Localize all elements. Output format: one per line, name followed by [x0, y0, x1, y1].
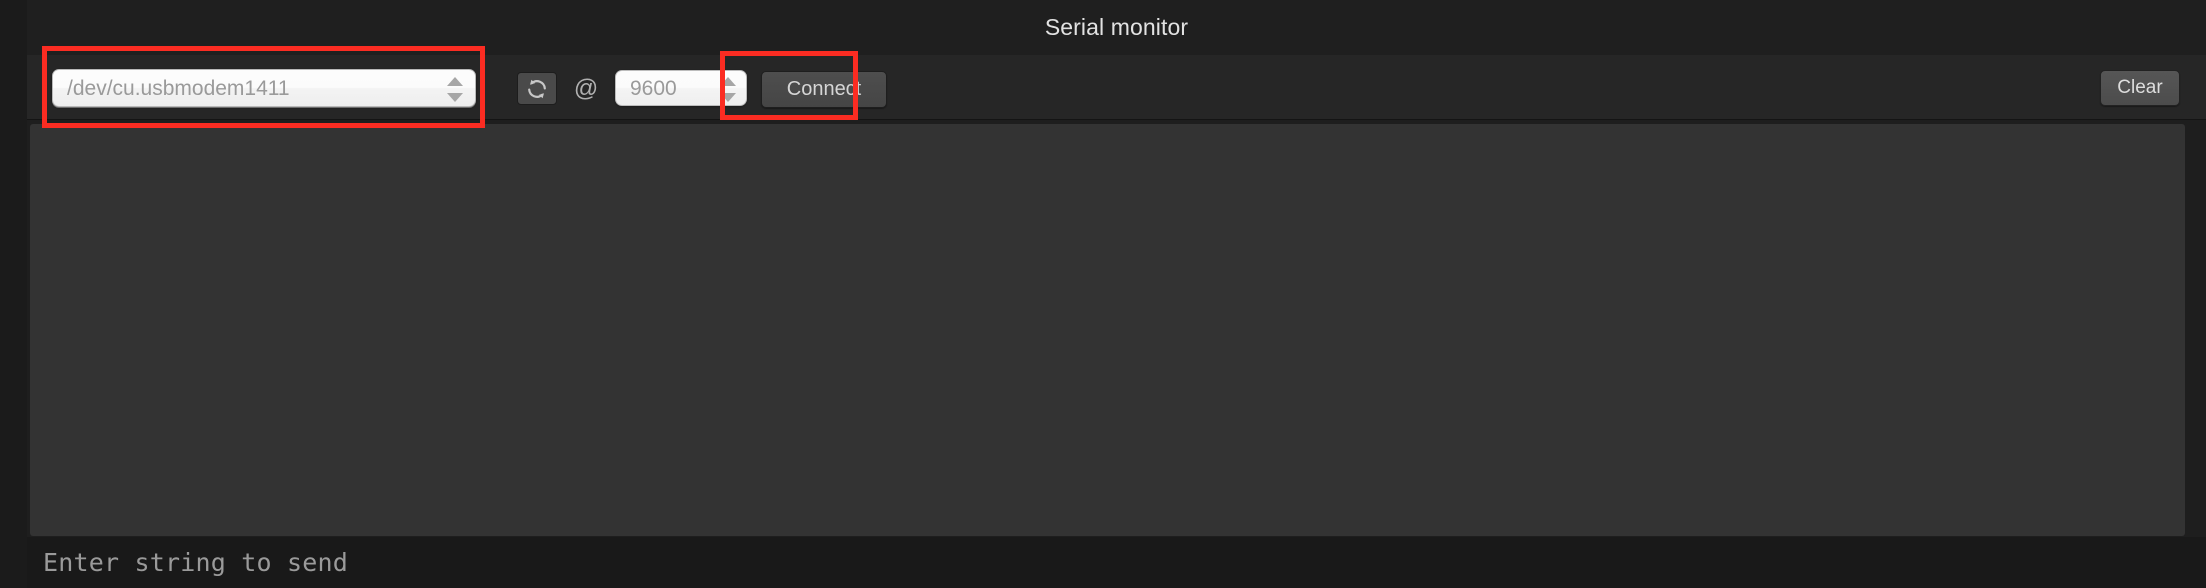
- at-separator: @: [573, 75, 599, 102]
- send-string-input[interactable]: Enter string to send: [43, 537, 2183, 588]
- refresh-ports-button[interactable]: [517, 72, 557, 105]
- stepper-updown-icon[interactable]: [447, 77, 463, 102]
- baud-rate-value: 9600: [630, 77, 677, 100]
- chevron-up-icon: [447, 77, 463, 86]
- titlebar: Serial monitor: [27, 0, 2206, 55]
- toolbar: /dev/cu.usbmodem1411 @ 9600 Connect Clea…: [27, 55, 2206, 120]
- baud-stepper-updown-icon[interactable]: [720, 77, 736, 102]
- serial-port-select[interactable]: /dev/cu.usbmodem1411: [52, 69, 476, 107]
- window-left-gutter: [0, 0, 27, 588]
- clear-button[interactable]: Clear: [2100, 70, 2180, 106]
- send-bar: Enter string to send: [27, 537, 2206, 588]
- chevron-up-icon: [720, 77, 736, 86]
- serial-output-panel[interactable]: [30, 124, 2185, 536]
- chevron-down-icon: [447, 93, 463, 102]
- page-title: Serial monitor: [1044, 14, 1189, 40]
- refresh-icon: [525, 77, 549, 101]
- baud-rate-field[interactable]: 9600: [615, 70, 747, 106]
- connect-button[interactable]: Connect: [761, 71, 887, 108]
- serial-output-text: [30, 124, 2185, 140]
- chevron-down-icon: [720, 93, 736, 102]
- serial-port-select-value: /dev/cu.usbmodem1411: [67, 77, 290, 100]
- serial-monitor-window: Serial monitor /dev/cu.usbmodem1411 @ 96…: [0, 0, 2206, 588]
